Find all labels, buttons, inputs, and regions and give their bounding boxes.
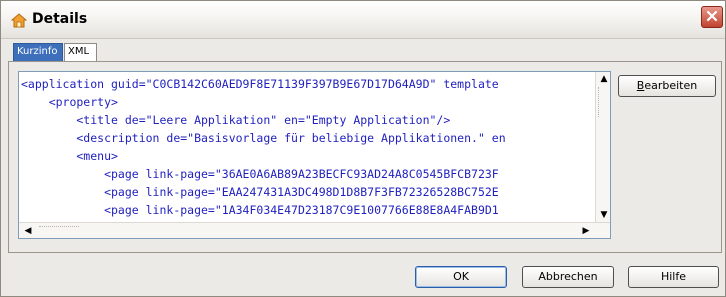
horizontal-scrollbar[interactable]: ◀ ▶ bbox=[19, 222, 610, 238]
scroll-thumb-horizontal[interactable] bbox=[39, 226, 79, 235]
code-line: <title de="Leere Applikation" en="Empty … bbox=[21, 113, 451, 127]
code-line: <menu> bbox=[21, 149, 118, 163]
details-dialog: Details Kurzinfo XML <application guid="… bbox=[0, 0, 726, 297]
help-button[interactable]: Hilfe bbox=[628, 266, 719, 288]
scroll-thumb[interactable] bbox=[598, 87, 610, 117]
cancel-button[interactable]: Abbrechen bbox=[522, 266, 614, 288]
scroll-down-icon[interactable]: ▼ bbox=[596, 208, 610, 222]
scroll-right-icon[interactable]: ▶ bbox=[579, 223, 593, 238]
title-bar[interactable]: Details bbox=[1, 1, 725, 39]
window-title: Details bbox=[32, 11, 88, 27]
tab-kurzinfo[interactable]: Kurzinfo bbox=[13, 43, 63, 61]
ok-button[interactable]: OK bbox=[415, 266, 507, 288]
scroll-up-icon[interactable]: ▲ bbox=[596, 72, 610, 86]
scroll-left-icon[interactable]: ◀ bbox=[21, 223, 35, 238]
xml-code-area[interactable]: <application guid="C0CB142C60AED9F8E7113… bbox=[21, 75, 595, 221]
edit-button[interactable]: Bearbeiten bbox=[618, 75, 716, 97]
code-line: <page link-page="1A34F034E47D23187C9E100… bbox=[21, 203, 499, 217]
tab-xml[interactable]: XML bbox=[64, 43, 97, 62]
close-button[interactable] bbox=[701, 6, 723, 28]
house-folder-icon bbox=[10, 12, 28, 28]
code-line: <page link-page="36AE0A6AB89A23BECFC93AD… bbox=[21, 167, 499, 181]
code-line: <page link-page="EAA247431A3DC498D1D8B7F… bbox=[21, 185, 499, 199]
code-line: <description de="Basisvorlage für belieb… bbox=[21, 131, 506, 145]
vertical-scrollbar[interactable]: ▲ ▼ bbox=[595, 72, 610, 222]
xml-editor[interactable]: <application guid="C0CB142C60AED9F8E7113… bbox=[18, 71, 611, 239]
code-line: <application guid="C0CB142C60AED9F8E7113… bbox=[21, 77, 499, 91]
close-icon bbox=[706, 10, 718, 25]
code-line: <property> bbox=[21, 95, 118, 109]
